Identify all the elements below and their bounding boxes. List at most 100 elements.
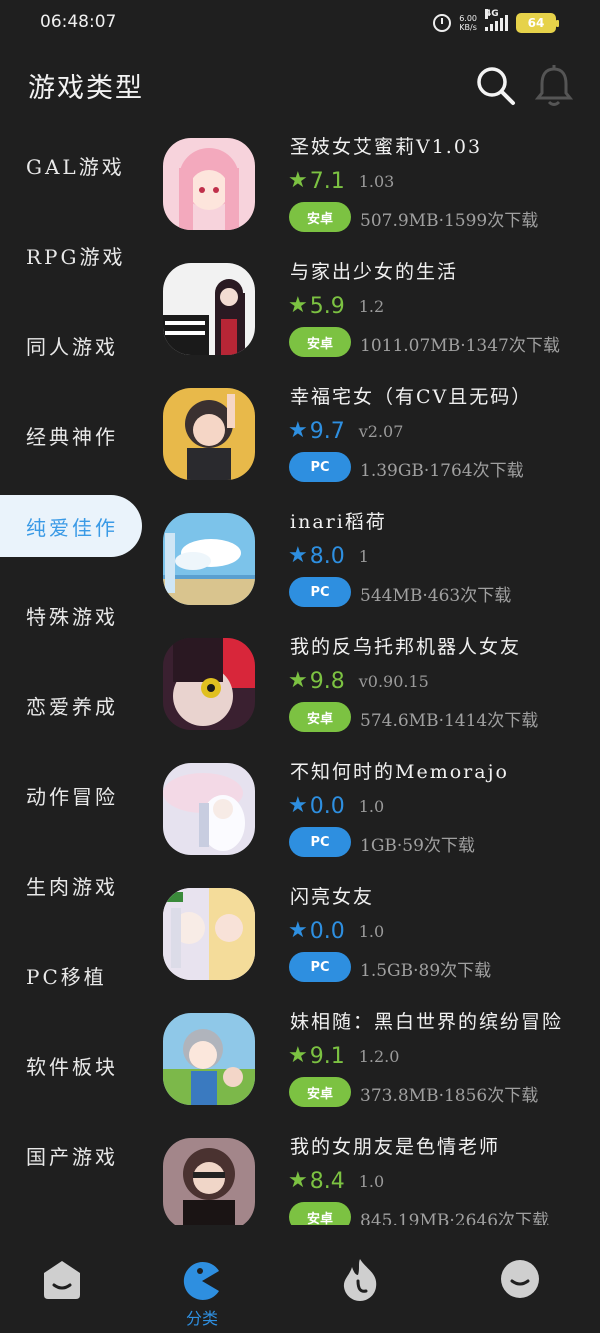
- sidebar-item-action[interactable]: 动作冒险: [0, 764, 142, 826]
- game-item[interactable]: 我的女朋友是色情老师 ★ 8.4 1.0 安卓 845.19MB·2646次下载: [160, 1130, 600, 1225]
- game-version: 1: [358, 546, 369, 566]
- rating-row: ★ 8.0 1: [288, 541, 369, 571]
- game-thumbnail: [163, 763, 255, 855]
- status-indicators: 6.00 KB/s 4G 64: [433, 9, 559, 36]
- star-icon: ★: [288, 168, 308, 193]
- rating-row: ★ 0.0 1.0: [288, 916, 384, 946]
- game-meta: 1011.07MB·1347次下载: [360, 336, 560, 356]
- sidebar-item-software[interactable]: 软件板块: [0, 1034, 142, 1096]
- sidebar-item-pc-port[interactable]: PC移植: [0, 944, 142, 1006]
- game-thumbnail: [163, 1013, 255, 1105]
- game-item[interactable]: 闪亮女友 ★ 0.0 1.0 PC 1.5GB·89次下载: [160, 880, 600, 1005]
- sidebar-item-special[interactable]: 特殊游戏: [0, 584, 142, 646]
- game-meta: 574.6MB·1414次下载: [360, 711, 539, 731]
- rating-value: 8.4: [309, 1168, 345, 1194]
- game-thumbnail: [163, 638, 255, 730]
- category-icon: [183, 1262, 219, 1300]
- net-speed-unit: KB/s: [459, 23, 477, 32]
- rating-value: 8.0: [309, 543, 345, 569]
- rating-value: 5.9: [309, 293, 345, 319]
- game-meta: 1.39GB·1764次下载: [360, 461, 524, 481]
- rating-value: 9.1: [309, 1043, 345, 1069]
- rating-row: ★ 8.4 1.0: [288, 1166, 384, 1196]
- game-meta: 507.9MB·1599次下载: [360, 211, 539, 231]
- game-item[interactable]: 与家出少女的生活 ★ 5.9 1.2 安卓 1011.07MB·1347次下载: [160, 255, 600, 380]
- game-version: 1.2.0: [358, 1046, 400, 1066]
- notification-button[interactable]: [534, 64, 574, 108]
- nav-hot[interactable]: [320, 1247, 400, 1327]
- game-title: 圣妓女艾蜜莉V1.03: [290, 136, 483, 158]
- rating-value: 9.8: [309, 668, 345, 694]
- search-icon: [477, 67, 515, 105]
- platform-badge: 安卓: [289, 327, 351, 357]
- game-item[interactable]: 不知何时的Memorajo ★ 0.0 1.0 PC 1GB·59次下载: [160, 755, 600, 880]
- net-speed-value: 6.00: [459, 14, 477, 23]
- game-meta: 1.5GB·89次下载: [360, 961, 492, 981]
- rating-value: 9.7: [309, 418, 345, 444]
- rating-row: ★ 9.7 v2.07: [288, 416, 403, 446]
- sidebar-item-rpg[interactable]: RPG游戏: [0, 224, 142, 286]
- alarm-icon: [433, 14, 452, 32]
- sidebar-item-gal[interactable]: GAL游戏: [0, 134, 142, 196]
- game-version: v2.07: [358, 421, 404, 441]
- star-icon: ★: [288, 293, 308, 318]
- battery-icon: 64: [516, 13, 559, 33]
- game-version: 1.0: [358, 921, 385, 941]
- star-icon: ★: [288, 1043, 308, 1068]
- rating-value: 7.1: [309, 168, 345, 194]
- search-button[interactable]: [474, 64, 518, 108]
- game-item[interactable]: 幸福宅女（有CV且无码） ★ 9.7 v2.07 PC 1.39GB·1764次…: [160, 380, 600, 505]
- signal-icon: 4G: [485, 9, 508, 31]
- rating-value: 0.0: [309, 793, 345, 819]
- game-title: 闪亮女友: [290, 886, 375, 908]
- game-thumbnail: [163, 1138, 255, 1225]
- flame-icon: [343, 1259, 377, 1301]
- nav-profile[interactable]: [480, 1247, 560, 1327]
- game-version: 1.0: [358, 796, 385, 816]
- bell-icon: [534, 65, 574, 106]
- home-icon: [44, 1261, 80, 1299]
- star-icon: ★: [288, 668, 308, 693]
- game-title: 不知何时的Memorajo: [290, 761, 509, 783]
- rating-row: ★ 5.9 1.2: [288, 291, 384, 321]
- platform-badge: PC: [289, 452, 351, 482]
- game-title: 与家出少女的生活: [290, 261, 459, 283]
- rating-value: 0.0: [309, 918, 345, 944]
- platform-badge: 安卓: [289, 702, 351, 732]
- sidebar-item-pure-love[interactable]: 纯爱佳作: [0, 495, 142, 557]
- platform-badge: 安卓: [289, 202, 351, 232]
- sidebar-item-classic[interactable]: 经典神作: [0, 404, 142, 466]
- sidebar-item-raw[interactable]: 生肉游戏: [0, 854, 142, 916]
- nav-category[interactable]: 分类: [162, 1247, 242, 1328]
- nav-category-label: 分类: [185, 1309, 218, 1328]
- game-title: 妹相随：黑白世界的缤纷冒险: [290, 1011, 564, 1033]
- star-icon: ★: [288, 543, 308, 568]
- game-title: 我的反乌托邦机器人女友: [290, 636, 522, 658]
- star-icon: ★: [288, 793, 308, 818]
- game-meta: 1GB·59次下载: [360, 836, 475, 856]
- game-meta: 373.8MB·1856次下载: [360, 1086, 539, 1106]
- sidebar-item-domestic[interactable]: 国产游戏: [0, 1124, 142, 1186]
- game-title: 我的女朋友是色情老师: [290, 1136, 501, 1158]
- category-sidebar: GAL游戏 RPG游戏 同人游戏 经典神作 纯爱佳作 特殊游戏 恋爱养成 动作冒…: [0, 120, 150, 1220]
- game-item[interactable]: inari稻荷 ★ 8.0 1 PC 544MB·463次下载: [160, 505, 600, 630]
- status-bar: 06:48:07 6.00 KB/s 4G 64: [0, 0, 600, 46]
- platform-badge: 安卓: [289, 1202, 351, 1225]
- game-item[interactable]: 妹相随：黑白世界的缤纷冒险 ★ 9.1 1.2.0 安卓 373.8MB·185…: [160, 1005, 600, 1130]
- bottom-nav: 分类: [0, 1233, 600, 1333]
- nav-home[interactable]: [22, 1247, 102, 1327]
- platform-badge: PC: [289, 952, 351, 982]
- game-item[interactable]: 圣妓女艾蜜莉V1.03 ★ 7.1 1.03 安卓 507.9MB·1599次下…: [160, 130, 600, 255]
- game-version: 1.2: [358, 296, 385, 316]
- game-thumbnail: [163, 513, 255, 605]
- rating-row: ★ 0.0 1.0: [288, 791, 384, 821]
- sidebar-item-doujin[interactable]: 同人游戏: [0, 314, 142, 376]
- star-icon: ★: [288, 418, 308, 443]
- game-item[interactable]: 我的反乌托邦机器人女友 ★ 9.8 v0.90.15 安卓 574.6MB·14…: [160, 630, 600, 755]
- game-title: 幸福宅女（有CV且无码）: [290, 386, 533, 408]
- game-thumbnail: [163, 388, 255, 480]
- battery-level: 64: [527, 16, 545, 30]
- game-title: inari稻荷: [290, 511, 387, 533]
- sidebar-item-dating-sim[interactable]: 恋爱养成: [0, 674, 142, 736]
- game-version: 1.0: [358, 1171, 385, 1191]
